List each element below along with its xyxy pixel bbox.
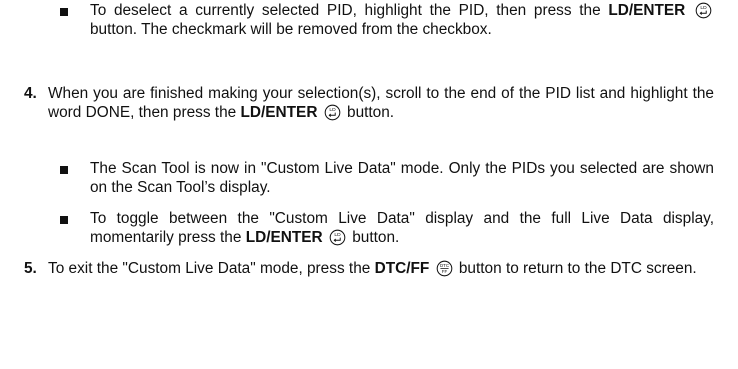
bullet-marker bbox=[60, 8, 68, 16]
dtc-ff-icon: DTC FF bbox=[436, 260, 453, 277]
ld-enter-icon: LD bbox=[324, 104, 341, 121]
step-5-text-a: To exit the "Custom Live Data" mode, pre… bbox=[48, 260, 371, 277]
step-5-text: To exit the "Custom Live Data" mode, pre… bbox=[48, 259, 714, 278]
ld-enter-label: LD/ENTER bbox=[608, 2, 686, 19]
bullet-toggle-text-b: button. bbox=[352, 229, 400, 246]
svg-text:LD: LD bbox=[700, 5, 707, 11]
ld-enter-icon: LD bbox=[695, 2, 712, 19]
ld-enter-icon: LD bbox=[329, 229, 346, 246]
step-4-text: When you are finished making your select… bbox=[48, 84, 714, 122]
bullet-item-toggle: To toggle between the "Custom Live Data"… bbox=[90, 209, 714, 247]
ld-enter-label: LD/ENTER bbox=[245, 229, 323, 246]
dtc-ff-label: DTC/FF bbox=[374, 260, 430, 277]
svg-text:DTC: DTC bbox=[440, 263, 450, 268]
svg-text:LD: LD bbox=[334, 232, 341, 238]
step-number-5: 5. bbox=[24, 260, 37, 277]
bullet-marker bbox=[60, 166, 68, 174]
svg-text:FF: FF bbox=[441, 269, 447, 274]
step-4-text-b: button. bbox=[347, 104, 395, 121]
bullet-deselect-text-b: button. The checkmark will be removed fr… bbox=[90, 21, 492, 38]
bullet-item-deselect: To deselect a currently selected PID, hi… bbox=[90, 1, 714, 39]
bullet-toggle-text-a: To toggle between the "Custom Live Data"… bbox=[90, 210, 714, 246]
bullet-item-custom-mode: The Scan Tool is now in "Custom Live Dat… bbox=[90, 160, 714, 196]
bullet-deselect-text-a: To deselect a currently selected PID, hi… bbox=[90, 2, 601, 19]
bullet-marker bbox=[60, 216, 68, 224]
step-5-text-b: button to return to the DTC screen. bbox=[458, 260, 697, 277]
ld-enter-label: LD/ENTER bbox=[240, 104, 318, 121]
step-number-4: 4. bbox=[24, 85, 37, 102]
svg-text:LD: LD bbox=[329, 107, 336, 113]
